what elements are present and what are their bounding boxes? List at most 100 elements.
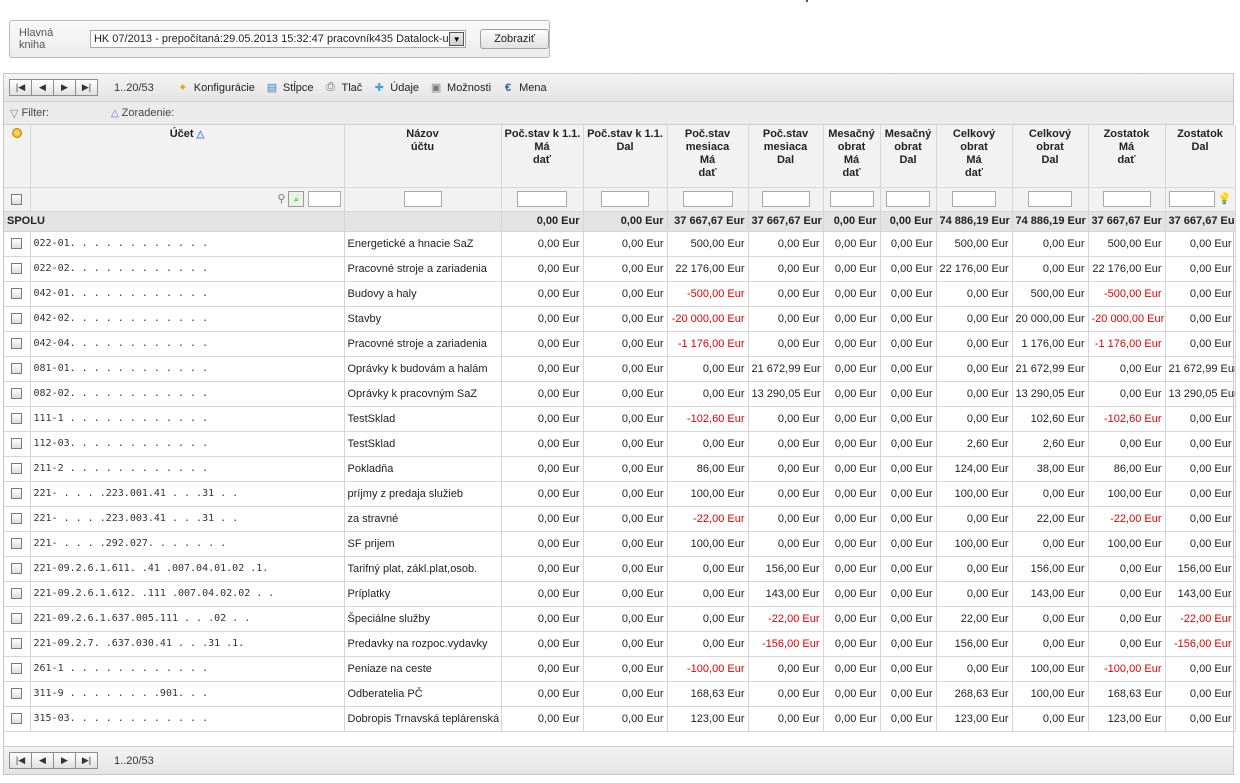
col-header[interactable]: Celkový obrat Má dať [936, 125, 1013, 188]
table-row[interactable]: 042-02. . . . . . . . . . . . Stavby 0,00 … [4, 306, 1236, 332]
ledger-select[interactable]: HK 07/2013 - prepočítaná:29.05.2013 15:3… [89, 30, 467, 48]
table-row[interactable]: 221-09.2.6.1.611. .41 .007.04.01.02 .1. T… [4, 556, 1236, 582]
filter-input[interactable] [1102, 191, 1151, 207]
lightbulb-icon[interactable]: 💡 [1218, 193, 1232, 205]
table-row[interactable]: 221- . . . .223.003.41 . . .31 . . za str… [4, 506, 1236, 532]
prev-page-icon[interactable]: ◀ [31, 752, 54, 769]
amount-cell: -20 000,00 Eur [1088, 306, 1166, 332]
amount-cell: 0,00 Eur [501, 406, 584, 432]
name-filter-input[interactable] [403, 191, 442, 207]
last-page-icon[interactable]: ▶| [75, 752, 98, 769]
row-checkbox[interactable] [11, 638, 23, 650]
col-header[interactable]: Poč.stav k 1.1. Dal [583, 125, 668, 188]
col-header[interactable]: Zostatok Dal [1165, 125, 1236, 188]
amount-cell: 0,00 Eur [1088, 381, 1166, 407]
col-header-account[interactable]: Účet △ [30, 125, 345, 188]
filter-cell [344, 187, 502, 212]
select-all-header[interactable] [4, 125, 31, 188]
row-checkbox[interactable] [11, 313, 23, 325]
toolbar-print[interactable]: ⎙ Tlač [324, 81, 362, 94]
col-header[interactable]: Zostatok Má dať [1088, 125, 1166, 188]
col-header[interactable]: Celkový obrat Dal [1012, 125, 1089, 188]
table-row[interactable]: 261-1 . . . . . . . . . . . . Peniaze na … [4, 656, 1236, 682]
filter-input[interactable] [1168, 191, 1215, 207]
row-checkbox[interactable] [11, 288, 23, 300]
table-row[interactable]: 111-1 . . . . . . . . . . . . TestSklad 0,… [4, 406, 1236, 432]
table-row[interactable]: 112-03. . . . . . . . . . . . TestSklad 0,… [4, 431, 1236, 457]
table-row[interactable]: 221-09.2.6.1.612. .111 .007.04.02.02 . .… [4, 581, 1236, 607]
account-name-cell: Predavky na rozpoc.vydavky [344, 631, 502, 657]
table-row[interactable]: 211-2 . . . . . . . . . . . . Pokladňa 0,0… [4, 456, 1236, 482]
table-row[interactable]: 082-02. . . . . . . . . . . . Oprávky k p… [4, 381, 1236, 407]
filter-input[interactable] [601, 191, 649, 207]
filter-input[interactable] [761, 191, 810, 207]
account-name-cell: Špeciálne služby [344, 606, 502, 632]
amount-cell: -500,00 Eur [1088, 281, 1166, 307]
table-row[interactable]: 022-01. . . . . . . . . . . . Energetické… [4, 231, 1236, 257]
toolbar-data[interactable]: ✚ Údaje [372, 81, 419, 95]
account-filter-input[interactable] [307, 191, 341, 207]
row-checkbox[interactable] [11, 463, 23, 475]
table-row[interactable]: 081-01. . . . . . . . . . . . Oprávky k b… [4, 356, 1236, 382]
row-checkbox[interactable] [11, 438, 23, 450]
col-header[interactable]: Poč.stav k 1.1. Má dať [501, 125, 584, 188]
filter-input[interactable] [952, 191, 996, 207]
table-row[interactable]: 221- . . . .292.027. . . . . . . SF prije… [4, 531, 1236, 557]
row-checkbox[interactable] [11, 488, 23, 500]
last-page-icon[interactable]: ▶| [75, 79, 98, 96]
sort-icon[interactable]: △ [111, 108, 119, 119]
toolbar-columns-label: Stĺpce [282, 81, 314, 94]
table-row[interactable]: 311-9 . . . . . . . .901. . . Odberatelia… [4, 681, 1236, 707]
col-header[interactable]: Názov účtu [344, 125, 502, 188]
row-checkbox[interactable] [11, 688, 23, 700]
first-page-icon[interactable]: |◀ [9, 752, 32, 769]
filter-input[interactable] [886, 191, 930, 207]
summary-cell: 37 667,67 Eur [1088, 211, 1166, 232]
row-checkbox[interactable] [11, 238, 23, 250]
col-header[interactable]: Mesačný obrat Má dať [823, 125, 881, 188]
row-checkbox[interactable] [11, 513, 23, 525]
toolbar-options[interactable]: ▣ Možnosti [429, 81, 491, 95]
row-checkbox[interactable] [11, 538, 23, 550]
row-checkbox[interactable] [11, 563, 23, 575]
row-checkbox[interactable] [11, 588, 23, 600]
toolbar-currency[interactable]: € Mena [501, 81, 547, 94]
filter-input[interactable] [517, 191, 567, 207]
row-checkbox[interactable] [11, 613, 23, 625]
filter-input[interactable] [682, 191, 733, 207]
filter-cell [880, 187, 937, 212]
table-row[interactable]: 042-01. . . . . . . . . . . . Budovy a ha… [4, 281, 1236, 307]
next-page-icon[interactable]: ▶ [53, 79, 76, 96]
col-header[interactable]: Mesačný obrat Dal [880, 125, 937, 188]
row-checkbox[interactable] [11, 713, 23, 725]
filter-input[interactable] [1028, 191, 1072, 207]
table-row[interactable]: 022-02. . . . . . . . . . . . Pracovné st… [4, 256, 1236, 282]
table-row[interactable]: 221- . . . .223.001.41 . . .31 . . príjmy… [4, 481, 1236, 507]
table-row[interactable]: 221-09.2.7. .637.030.41 . . .31 .1. Preda… [4, 631, 1236, 657]
first-page-icon[interactable]: |◀ [9, 79, 32, 96]
next-page-icon[interactable]: ▶ [53, 752, 76, 769]
search-icon[interactable]: ⚲ [277, 193, 285, 205]
row-checkbox-cell [4, 556, 31, 582]
filter-icon[interactable]: ▽ [10, 107, 18, 120]
clear-filter-icon[interactable]: ⌕ [288, 191, 305, 207]
row-checkbox[interactable] [11, 363, 23, 375]
table-row[interactable]: 315-03. . . . . . . . . . . . Dobropis Tr… [4, 706, 1236, 732]
row-checkbox[interactable] [11, 663, 23, 675]
amount-cell: 0,00 Eur [936, 406, 1013, 432]
row-checkbox[interactable] [11, 388, 23, 400]
col-header[interactable]: Poč.stav mesiaca Má dať [667, 125, 749, 188]
row-checkbox[interactable] [11, 263, 23, 275]
row-checkbox[interactable] [11, 413, 23, 425]
toolbar-configurations[interactable]: ✦ Konfigurácie [176, 81, 255, 95]
table-row[interactable]: 042-04. . . . . . . . . . . . Pracovné st… [4, 331, 1236, 357]
row-checkbox[interactable] [11, 338, 23, 350]
toolbar-columns[interactable]: ▤ Stĺpce [265, 81, 314, 95]
chevron-down-icon[interactable]: ▼ [449, 32, 465, 46]
show-button[interactable]: Zobraziť [480, 29, 549, 49]
table-row[interactable]: 221-09.2.6.1.637.005.111 . . .02 . . Špec… [4, 606, 1236, 632]
filter-input[interactable] [829, 191, 874, 207]
select-all-checkbox[interactable] [11, 193, 23, 205]
col-header[interactable]: Poč.stav mesiaca Dal [748, 125, 824, 188]
prev-page-icon[interactable]: ◀ [31, 79, 54, 96]
